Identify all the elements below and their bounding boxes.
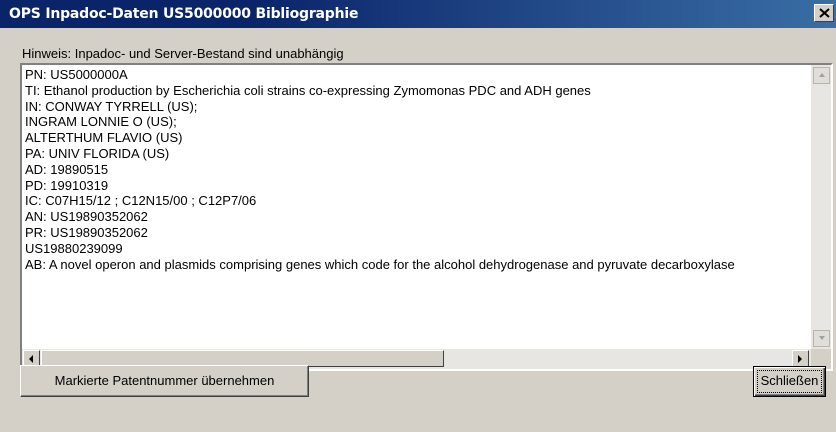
vertical-scrollbar[interactable] [811,65,831,349]
record-line: AD: 19890515 [25,161,109,177]
record-line: PN: US5000000A [25,67,128,82]
record-line: AB: A novel operon and plasmids comprisi… [25,256,735,272]
dialog-window: OPS Inpadoc-Daten US5000000 Bibliographi… [0,0,836,432]
record-text[interactable]: PN: US5000000A TI: Ethanol production by… [24,67,812,349]
record-textbox[interactable]: PN: US5000000A TI: Ethanol production by… [20,63,833,371]
window-title: OPS Inpadoc-Daten US5000000 Bibliographi… [9,6,359,22]
title-bar[interactable]: OPS Inpadoc-Daten US5000000 Bibliographi… [0,0,836,28]
close-button[interactable]: Schließen [753,366,826,397]
record-line: PR: US19890352062 [25,224,148,240]
record-line: ALTERTHUM FLAVIO (US) [25,130,183,146]
record-line: TI: Ethanol production by Escherichia co… [25,82,591,98]
close-window-button[interactable] [814,4,834,22]
close-icon [819,8,830,18]
record-line: PA: UNIV FLORIDA (US) [25,145,170,161]
close-button-label: Schließen [760,373,819,388]
arrow-left-icon [29,355,33,363]
hint-label: Hinweis: Inpadoc- und Server-Bestand sin… [22,46,344,61]
adopt-patent-number-button[interactable]: Markierte Patentnummer übernehmen [20,365,309,397]
arrow-up-icon [819,73,825,77]
record-line: US19880239099 [25,240,123,256]
scroll-up-button[interactable] [813,67,830,84]
arrow-right-icon [798,355,802,363]
record-line: PD: 19910319 [25,177,109,193]
record-line: AN: US19890352062 [25,209,148,225]
arrow-down-icon [819,336,825,340]
record-line: IN: CONWAY TYRRELL (US); [25,98,198,114]
record-line: INGRAM LONNIE O (US); [25,114,177,130]
record-line: IC: C07H15/12 ; C12N15/00 ; C12P7/06 [25,193,257,209]
scroll-down-button[interactable] [813,330,830,347]
scroll-right-button[interactable] [792,350,809,367]
